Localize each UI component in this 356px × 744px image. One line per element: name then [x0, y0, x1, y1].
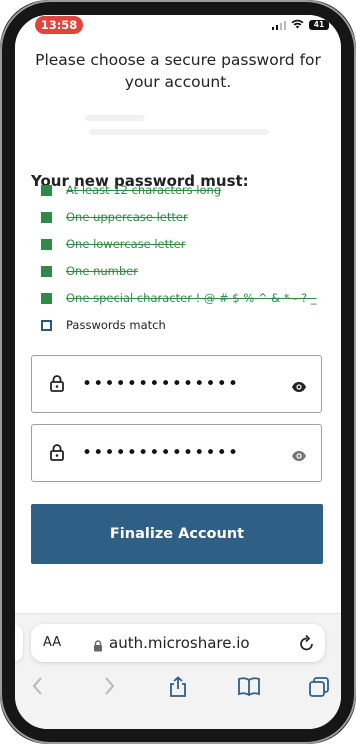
finalize-account-button[interactable]: Finalize Account	[31, 504, 323, 564]
battery-icon: 41	[309, 20, 329, 30]
faded-text	[85, 115, 145, 121]
confirm-password-input[interactable]: ••••••••••••••	[31, 424, 322, 482]
password-input[interactable]: ••••••••••••••	[31, 355, 322, 413]
checked-box-icon	[41, 238, 52, 250]
phone-frame: 13:58 41 Please choose a secure password…	[0, 0, 356, 744]
lock-icon	[93, 637, 103, 656]
checked-box-icon	[41, 292, 52, 304]
forward-icon[interactable]	[102, 676, 116, 700]
wifi-icon	[291, 19, 304, 31]
password-value: ••••••••••••••	[82, 374, 240, 394]
home-indicator	[119, 734, 239, 738]
checked-box-icon	[41, 265, 52, 277]
address-bar[interactable]: AA auth.microshare.io	[31, 624, 325, 662]
requirement-item: One number	[41, 264, 138, 278]
requirement-item: One special character ! @ # $ % ^ & * - …	[41, 291, 316, 305]
requirement-label: At least 12 characters long	[66, 183, 222, 197]
requirement-item: Passwords match	[41, 318, 166, 332]
requirement-label: One uppercase letter	[66, 210, 188, 224]
lock-icon	[50, 374, 64, 396]
faded-text	[89, 129, 269, 135]
eye-icon[interactable]	[291, 447, 307, 466]
unchecked-box-icon	[41, 319, 52, 331]
status-time: 13:58	[35, 16, 83, 34]
signal-icon	[271, 20, 286, 30]
confirm-password-value: ••••••••••••••	[82, 443, 240, 463]
bookmarks-icon[interactable]	[237, 676, 261, 700]
back-icon[interactable]	[31, 676, 45, 700]
requirement-label: Passwords match	[66, 318, 166, 332]
requirement-item: One uppercase letter	[41, 210, 188, 224]
status-icons: 41	[271, 19, 329, 31]
previous-tab-edge[interactable]	[15, 624, 23, 662]
lock-icon	[50, 443, 64, 465]
browser-nav	[15, 676, 341, 704]
tabs-icon[interactable]	[308, 676, 330, 702]
browser-toolbar: AA auth.microshare.io	[15, 613, 341, 738]
intro-line-2: your account.	[124, 73, 232, 91]
checked-box-icon	[41, 184, 52, 196]
requirement-item: One lowercase letter	[41, 237, 185, 251]
intro-text: Please choose a secure password for your…	[15, 49, 341, 93]
share-icon[interactable]	[168, 676, 188, 702]
checked-box-icon	[41, 211, 52, 223]
requirement-label: One number	[66, 264, 138, 278]
intro-line-1: Please choose a secure password for	[35, 51, 321, 69]
text-size-button[interactable]: AA	[43, 635, 61, 650]
status-bar: 13:58 41	[15, 15, 341, 45]
eye-icon[interactable]	[291, 378, 307, 397]
reload-icon[interactable]	[299, 634, 315, 656]
url-text[interactable]: auth.microshare.io	[109, 634, 250, 652]
requirement-item: At least 12 characters long	[41, 183, 221, 197]
requirement-label: One lowercase letter	[66, 237, 186, 251]
requirement-label: One special character ! @ # $ % ^ & * - …	[66, 291, 317, 305]
